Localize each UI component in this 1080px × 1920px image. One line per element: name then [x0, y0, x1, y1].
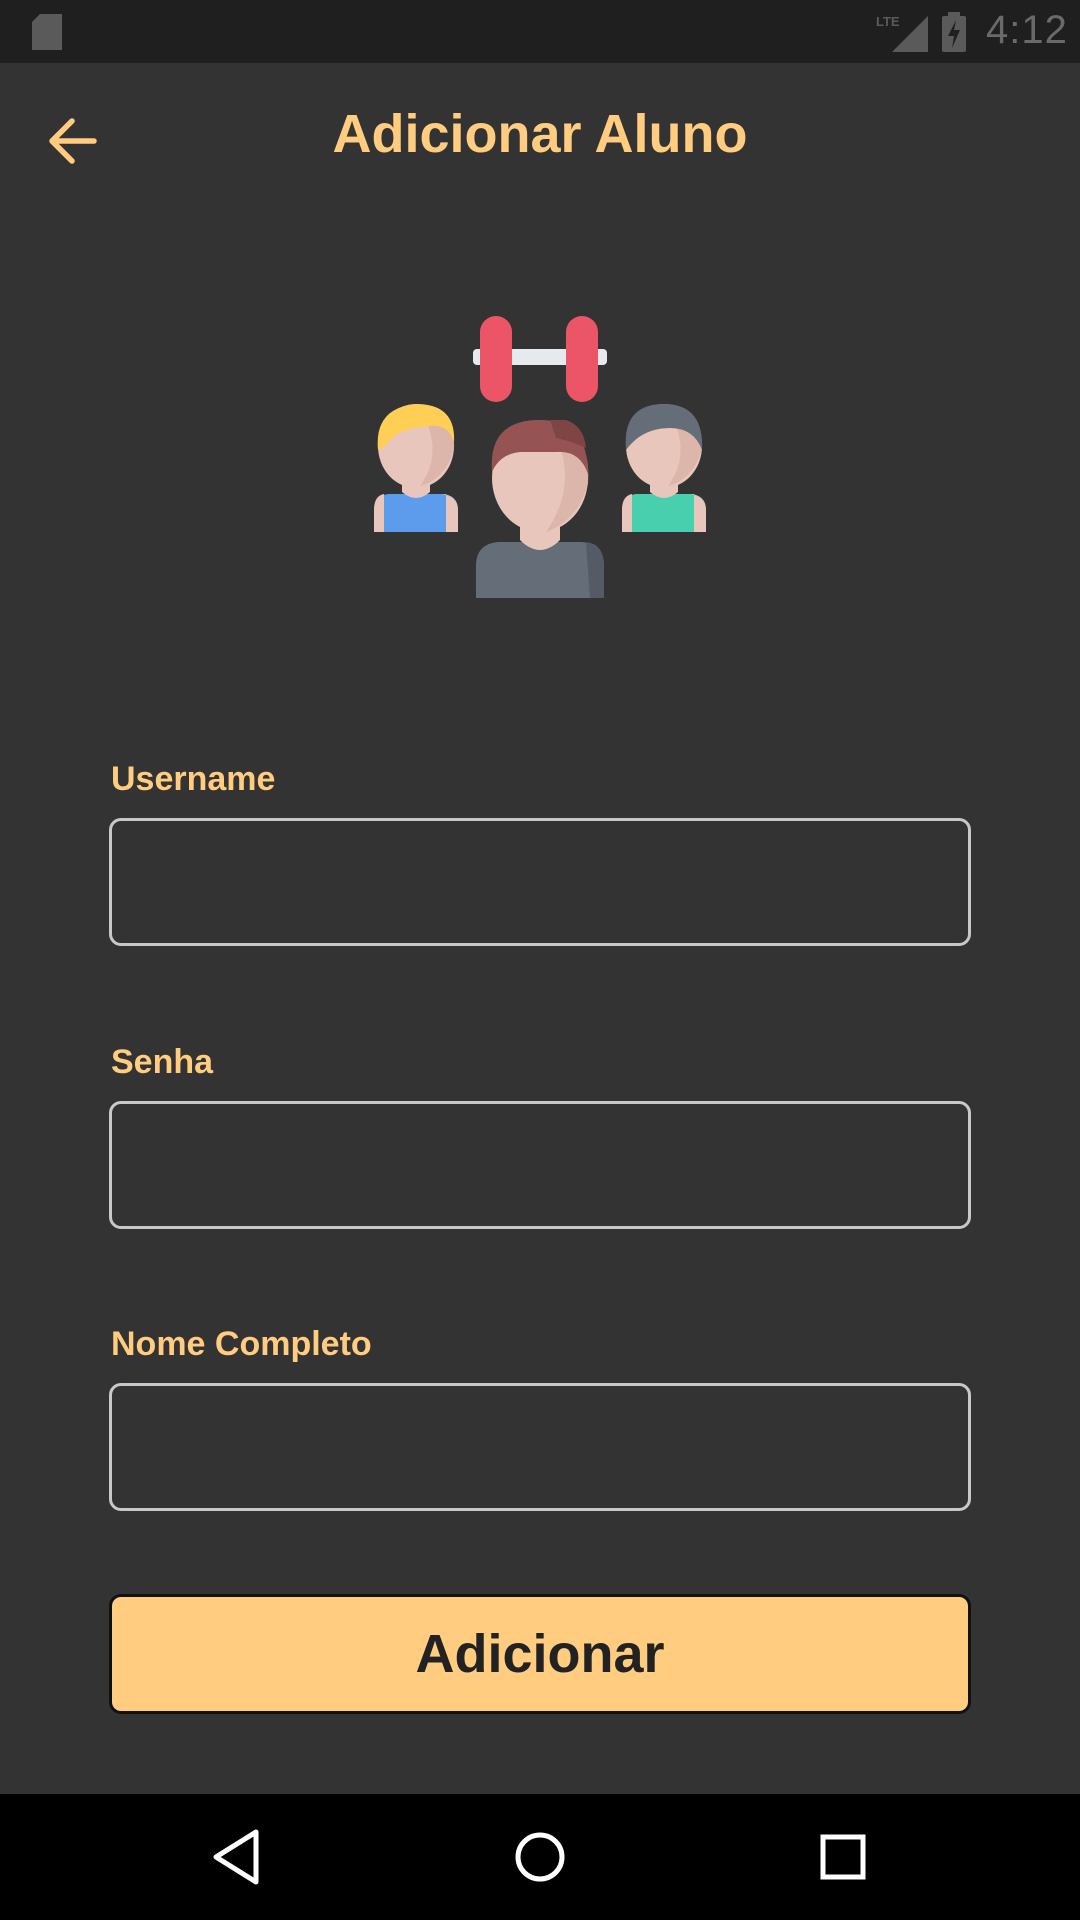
app-bar: Adicionar Aluno: [0, 63, 1080, 213]
sd-card-icon: [32, 14, 62, 50]
status-clock: 4:12: [986, 8, 1068, 52]
recents-square-icon[interactable]: [810, 1824, 876, 1890]
password-label: Senha: [111, 1043, 214, 1081]
student-right-icon: [622, 404, 706, 532]
student-left-icon: [374, 404, 458, 532]
password-input[interactable]: [109, 1101, 971, 1229]
username-label: Username: [111, 760, 276, 798]
add-student-button[interactable]: Adicionar: [109, 1594, 971, 1714]
lte-label: LTE: [876, 14, 900, 29]
page-title: Adicionar Aluno: [332, 104, 748, 164]
back-triangle-icon[interactable]: [204, 1824, 270, 1890]
system-nav-bar: [0, 1794, 1080, 1920]
full-name-input[interactable]: [109, 1383, 971, 1511]
battery-charging-icon: [942, 12, 966, 52]
username-input[interactable]: [109, 818, 971, 946]
gym-students-illustration: [374, 316, 706, 598]
dumbbell-icon: [473, 316, 607, 402]
home-circle-icon[interactable]: [507, 1824, 573, 1890]
full-name-label: Nome Completo: [111, 1325, 372, 1363]
status-bar: LTE 4:12: [0, 0, 1080, 63]
student-center-icon: [476, 419, 604, 598]
lte-signal-icon: LTE: [876, 14, 928, 52]
